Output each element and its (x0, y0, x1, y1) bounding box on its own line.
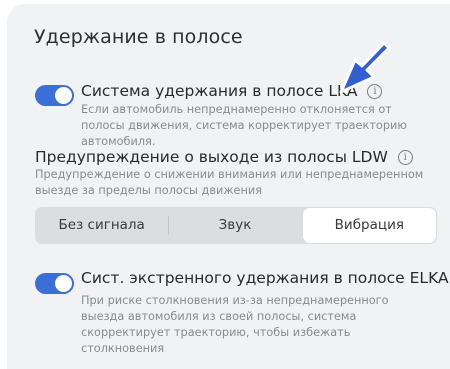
info-icon[interactable]: i (397, 150, 413, 165)
lka-toggle[interactable] (35, 85, 74, 106)
pointer-arrow-icon (339, 41, 391, 94)
ldw-mode-selector: Без сигнала Звук Вибрация (35, 207, 437, 244)
ldw-title: Предупреждение о выходе из полосы LDW (35, 148, 388, 166)
toggle-knob (55, 87, 72, 104)
toggle-knob (55, 275, 72, 292)
lka-description: Если автомобиль непреднамеренно отклоняе… (81, 103, 407, 148)
elka-description: При риске столкновения из-за непреднамер… (81, 294, 389, 355)
lka-title: Система удержания в полосе LKA (81, 82, 358, 100)
page-title: Удержание в полосе (34, 26, 243, 48)
elka-title: Сист. экстренного удержания в полосе ELK… (81, 269, 449, 287)
elka-row-title: Сист. экстренного удержания в полосе ELK… (81, 269, 450, 287)
ldw-description: Предупреждение о снижении внимания или н… (35, 168, 424, 197)
ldw-option-vibration[interactable]: Вибрация (302, 208, 436, 243)
ldw-option-sound[interactable]: Звук (168, 207, 301, 244)
elka-toggle[interactable] (35, 273, 74, 294)
settings-panel: Удержание в полосе Система удержания в п… (7, 4, 450, 369)
ldw-option-no-signal[interactable]: Без сигнала (35, 207, 168, 244)
ldw-row-title: Предупреждение о выходе из полосы LDW i (35, 148, 413, 166)
